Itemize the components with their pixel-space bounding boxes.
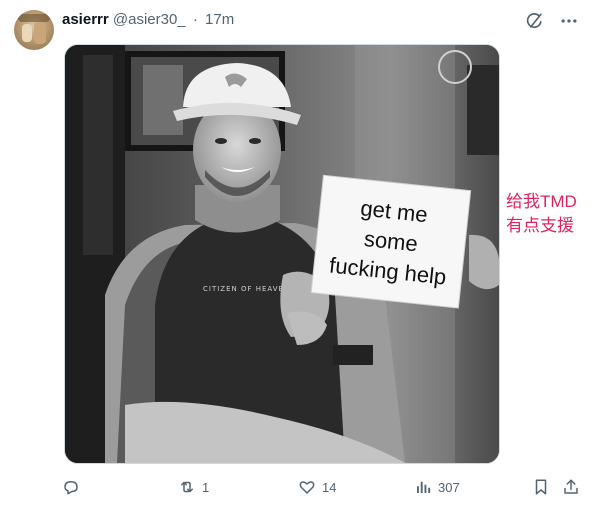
- side-caption-line-2: 有点支援: [506, 216, 574, 235]
- tweet-image[interactable]: CITIZEN OF HEAVEN get me some fucking he…: [64, 44, 500, 464]
- hoodie-print: CITIZEN OF HEAVEN: [203, 285, 290, 293]
- share-button[interactable]: [562, 474, 580, 500]
- bookmark-icon: [535, 479, 547, 495]
- more-icon[interactable]: [558, 10, 580, 32]
- reply-button[interactable]: [62, 474, 86, 500]
- side-caption: 给我TMD 有点支援: [506, 190, 577, 238]
- bookmark-button[interactable]: [532, 474, 550, 500]
- tweet-top-actions: [524, 10, 580, 32]
- timestamp[interactable]: 17m: [205, 11, 234, 28]
- views-count: 307: [438, 479, 460, 495]
- author-handle[interactable]: @asier30_: [113, 11, 186, 28]
- like-count: 14: [322, 479, 337, 495]
- heart-icon: [299, 481, 315, 494]
- tweet-actions: 1 14 307: [62, 474, 584, 500]
- grok-icon[interactable]: [524, 10, 546, 32]
- separator: ·: [192, 11, 198, 28]
- side-caption-line-1: 给我TMD: [506, 192, 577, 211]
- repost-count: 1: [202, 479, 210, 495]
- repost-button[interactable]: 1: [178, 474, 209, 500]
- avatar[interactable]: [14, 10, 54, 50]
- tweet-header: asierrr @asier30_ · 17m: [62, 10, 234, 30]
- share-icon: [564, 479, 578, 494]
- reply-icon: [64, 481, 78, 495]
- like-button[interactable]: 14: [298, 474, 336, 500]
- tweet: asierrr @asier30_ · 17m CITIZEN OF HEAVE…: [0, 0, 598, 508]
- author-name[interactable]: asierrr: [62, 11, 109, 28]
- repost-icon: [181, 481, 193, 493]
- views-icon: [417, 481, 431, 493]
- views-button[interactable]: 307: [414, 474, 460, 500]
